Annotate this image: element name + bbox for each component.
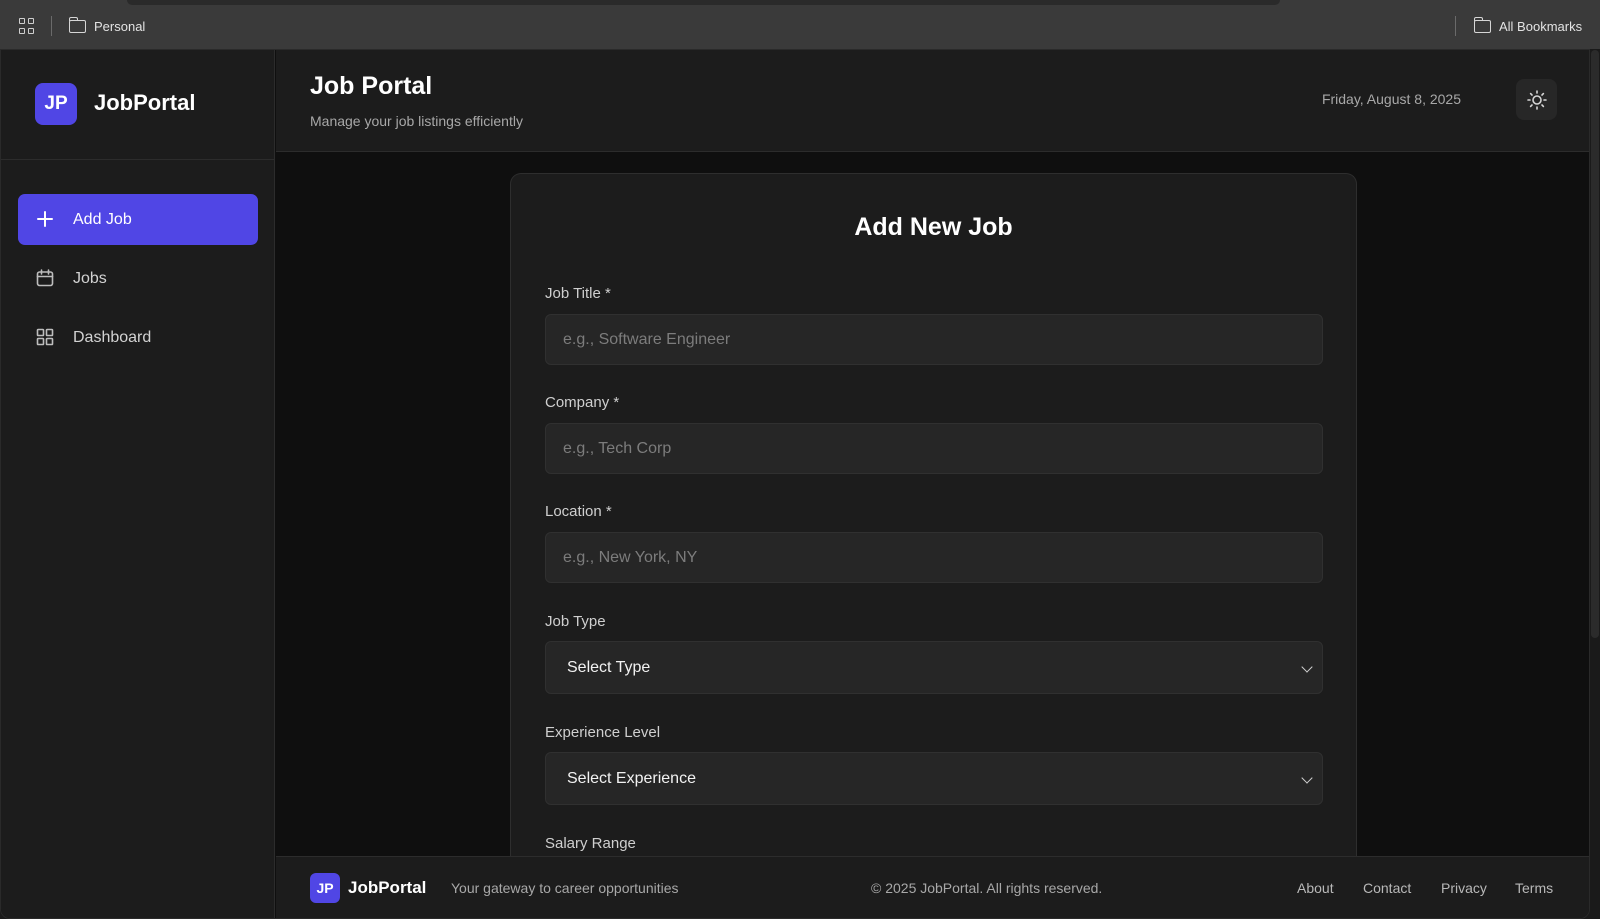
bookmark-all-label: All Bookmarks xyxy=(1499,18,1583,34)
experience-selected: Select Experience xyxy=(567,769,696,787)
company-input[interactable] xyxy=(545,423,1323,474)
form-title: Add New Job xyxy=(854,213,1013,241)
plus-icon xyxy=(37,211,53,227)
browser-tab-strip-edge xyxy=(127,0,1280,5)
salary-range-label: Salary Range xyxy=(545,835,636,852)
sidebar: JP JobPortal Add Job Jobs Dashboard xyxy=(1,50,275,918)
sun-icon xyxy=(1526,89,1547,110)
footer-link-about[interactable]: About xyxy=(1297,880,1334,896)
company-label: Company * xyxy=(545,394,620,411)
page-footer: JP JobPortal Your gateway to career oppo… xyxy=(276,856,1589,918)
job-type-label: Job Type xyxy=(545,613,606,630)
folder-icon xyxy=(68,16,86,33)
experience-label: Experience Level xyxy=(545,724,661,741)
bookmark-personal[interactable]: Personal xyxy=(68,16,146,36)
sidebar-item-label: Jobs xyxy=(73,269,107,287)
footer-link-terms[interactable]: Terms xyxy=(1515,880,1553,896)
job-title-input[interactable] xyxy=(545,314,1323,365)
folder-icon xyxy=(1473,16,1491,33)
footer-logo-badge: JP xyxy=(310,873,340,903)
app-window: JP JobPortal Add Job Jobs Dashboard Job … xyxy=(0,49,1590,919)
bookmarks-divider xyxy=(51,16,52,36)
footer-link-contact[interactable]: Contact xyxy=(1363,880,1411,896)
sidebar-item-add-job[interactable]: Add Job xyxy=(18,194,258,245)
brand-name[interactable]: JobPortal xyxy=(94,90,195,116)
location-input[interactable] xyxy=(545,532,1323,583)
job-type-select[interactable]: Select Type xyxy=(545,641,1323,694)
page-title: Job Portal xyxy=(310,72,433,100)
chevron-down-icon xyxy=(1301,772,1313,784)
footer-link-privacy[interactable]: Privacy xyxy=(1441,880,1487,896)
footer-copyright: © 2025 JobPortal. All rights reserved. xyxy=(871,880,1103,896)
footer-tagline: Your gateway to career opportunities xyxy=(451,880,679,896)
scrollbar-thumb[interactable] xyxy=(1591,50,1599,638)
theme-toggle-button[interactable] xyxy=(1516,79,1557,120)
job-type-selected: Select Type xyxy=(567,658,651,676)
add-job-form: Add New Job Job Title * Company * Locati… xyxy=(510,173,1357,893)
current-date: Friday, August 8, 2025 xyxy=(1321,91,1461,107)
bookmark-personal-label: Personal xyxy=(94,18,146,34)
sidebar-item-jobs[interactable]: Jobs xyxy=(18,253,258,304)
chevron-down-icon xyxy=(1301,661,1313,673)
sidebar-item-label: Dashboard xyxy=(73,328,152,346)
bookmarks-divider xyxy=(1455,16,1456,36)
bookmarks-bar: Personal All Bookmarks xyxy=(0,0,1600,49)
job-title-label: Job Title * xyxy=(545,285,611,302)
bookmark-all[interactable]: All Bookmarks xyxy=(1473,16,1583,36)
apps-grid-icon[interactable] xyxy=(19,18,35,34)
sidebar-item-label: Add Job xyxy=(73,210,132,228)
sidebar-item-dashboard[interactable]: Dashboard xyxy=(18,312,258,363)
calendar-icon xyxy=(36,269,54,287)
footer-brand: JobPortal xyxy=(348,878,427,897)
sidebar-brand: JP JobPortal xyxy=(1,50,275,160)
page-header: Job Portal Manage your job listings effi… xyxy=(276,50,1589,152)
experience-select[interactable]: Select Experience xyxy=(545,752,1323,805)
page-subtitle: Manage your job listings efficiently xyxy=(310,113,523,129)
grid-icon xyxy=(36,328,54,346)
location-label: Location * xyxy=(545,503,612,520)
logo-badge[interactable]: JP xyxy=(35,83,77,125)
